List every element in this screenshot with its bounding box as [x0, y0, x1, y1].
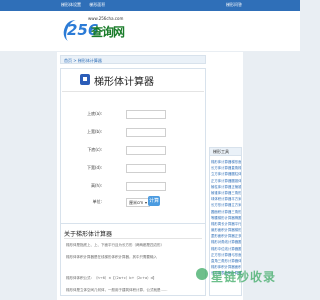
- height-input[interactable]: [126, 182, 166, 191]
- about-divider: [64, 238, 202, 239]
- breadcrumb[interactable]: 首页 > 梯形体计算器: [60, 55, 206, 64]
- calculator-icon: [80, 74, 90, 85]
- logo-text: 查询网: [91, 25, 125, 39]
- page-title: 梯形体计算器: [94, 77, 154, 88]
- field-label: 下底(c):: [87, 147, 102, 152]
- bottom-width-input[interactable]: [126, 164, 166, 173]
- form-row-bottom-base: 下底(c):: [60, 144, 206, 158]
- top-base-input[interactable]: [126, 110, 166, 119]
- field-label: 下宽(d):: [86, 165, 102, 170]
- unit-label: 单位:: [92, 199, 102, 204]
- field-label: 上底(a):: [87, 111, 102, 116]
- field-label: 高(h):: [90, 183, 102, 188]
- sidebar-list: 梯形体计算器梯形面积计算器长方体计算器直角梯形计算器立方体计算器圆柱体计算器正方…: [211, 159, 241, 277]
- form-row-bottom-width: 下宽(d):: [60, 162, 206, 176]
- field-label: 上宽(b):: [86, 129, 102, 134]
- unit-value: 厘米cm: [129, 200, 144, 205]
- about-paragraph: 梯形体是立体空间几何体，一般用于建筑体积计算，公式就是……: [66, 288, 168, 292]
- about-paragraph: 梯形体是指底上、上、下面平行且为长方形（两两都是四边形）: [66, 243, 164, 247]
- top-width-input[interactable]: [126, 128, 166, 137]
- form-row-height: 高(h):: [60, 180, 206, 194]
- chevron-down-icon: ▾: [144, 200, 147, 205]
- header: [0, 11, 300, 51]
- form-row-unit: 单位: 厘米cm ▾: [60, 196, 206, 210]
- about-paragraph: 梯形体体积公式：（h÷6）×【（2a+c）b+（2c+a）d】: [66, 276, 157, 280]
- top-bar: 梯形体设置 梯形面积 梯形问答: [0, 0, 300, 11]
- title-divider: [62, 91, 204, 92]
- unit-select[interactable]: 厘米cm ▾: [126, 198, 150, 207]
- about-paragraph: 梯形体体积计算器是在线梯形体积计算器，其中只需要输入: [66, 255, 157, 259]
- top-right-link[interactable]: 梯形问答: [226, 2, 242, 8]
- top-links: 梯形体设置 梯形面积: [61, 2, 112, 8]
- top-link-2[interactable]: 梯形面积: [89, 2, 105, 7]
- watermark: 星链秒收录: [211, 270, 277, 284]
- top-link-1[interactable]: 梯形体设置: [61, 2, 81, 7]
- form-row-top-base: 上底(a):: [60, 108, 206, 122]
- sidebar-title: 梯形工具: [209, 147, 242, 156]
- form-row-top-width: 上宽(b):: [60, 126, 206, 140]
- site-logo[interactable]: www.256cha.com 256 查询网: [60, 16, 140, 45]
- watermark-icon: [196, 268, 208, 280]
- about-title: 关于梯形体计算器: [64, 231, 113, 238]
- bottom-base-input[interactable]: [126, 146, 166, 155]
- calculate-button[interactable]: 计算: [148, 196, 160, 206]
